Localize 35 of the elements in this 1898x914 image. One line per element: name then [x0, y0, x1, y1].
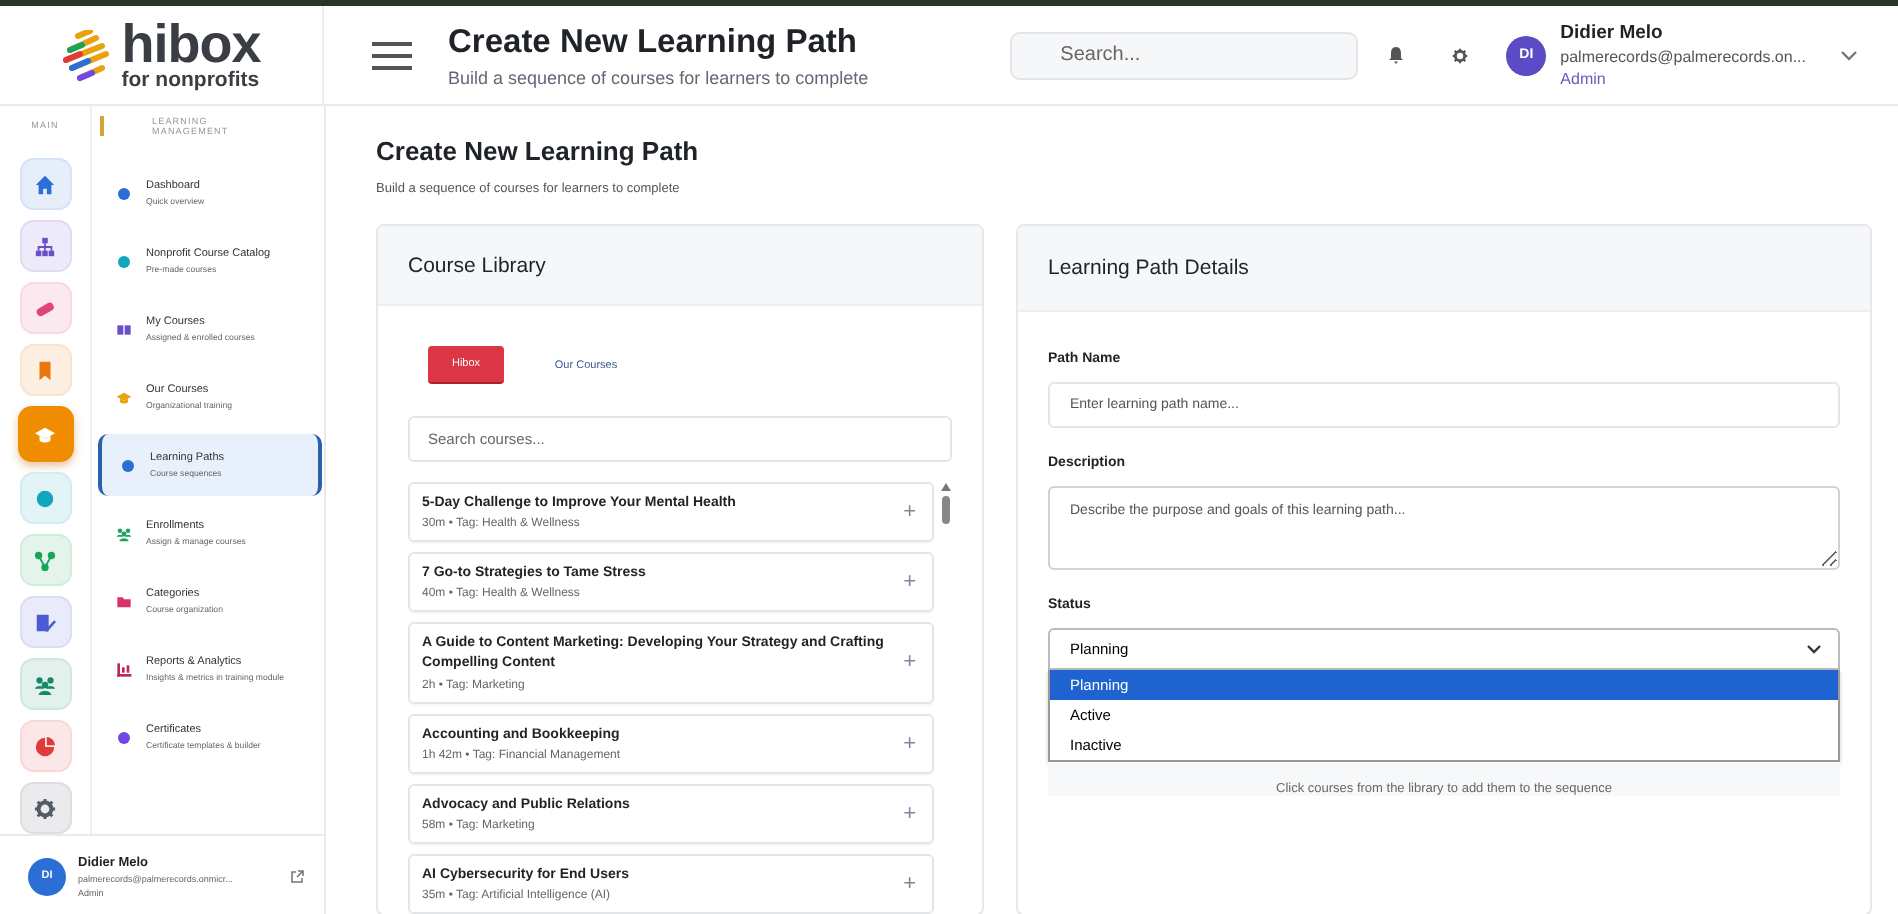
- user-email: palmerecords@palmerecords.on...: [1560, 48, 1806, 66]
- add-button[interactable]: +: [899, 570, 920, 595]
- settings-icon: [1452, 47, 1469, 63]
- add-button[interactable]: +: [899, 871, 920, 896]
- chevron-icon: [1806, 644, 1822, 654]
- card-title: Course Library: [408, 253, 546, 277]
- rail-button[interactable]: [19, 344, 71, 396]
- search-field[interactable]: Search...: [1010, 31, 1359, 79]
- rail-button[interactable]: [19, 282, 71, 334]
- add-button[interactable]: +: [899, 801, 920, 826]
- user-role: Admin: [1560, 70, 1608, 88]
- chevron-down-icon[interactable]: [1840, 49, 1858, 61]
- external-link-icon[interactable]: [290, 869, 304, 883]
- header-subtitle: Build a sequence of courses for learners to complete: [448, 67, 871, 87]
- rail-button[interactable]: [19, 782, 71, 834]
- add-button[interactable]: +: [899, 731, 920, 756]
- rail-button[interactable]: [19, 472, 71, 524]
- scroll-up-icon[interactable]: [940, 482, 952, 493]
- rail-button[interactable]: [19, 720, 71, 772]
- menu-button[interactable]: [372, 41, 412, 69]
- rail-button[interactable]: [19, 534, 71, 586]
- rail-button[interactable]: [19, 658, 71, 710]
- add-button[interactable]: +: [899, 500, 920, 525]
- user-name: Didier Melo: [1560, 22, 1665, 44]
- brand-name: hibox: [121, 18, 261, 73]
- page-title: Create New Learning Path: [376, 136, 701, 166]
- rail-button[interactable]: [19, 158, 71, 210]
- rail-button[interactable]: [19, 596, 71, 648]
- add-button[interactable]: +: [899, 650, 920, 675]
- bell-icon: [1388, 46, 1405, 64]
- brand-tagline: for nonprofits: [121, 70, 261, 92]
- cap-icon: [34, 423, 56, 445]
- card-title: Learning Path Details: [1048, 256, 1249, 280]
- header-title: Create New Learning Path: [448, 23, 859, 61]
- rail-button[interactable]: [19, 220, 71, 272]
